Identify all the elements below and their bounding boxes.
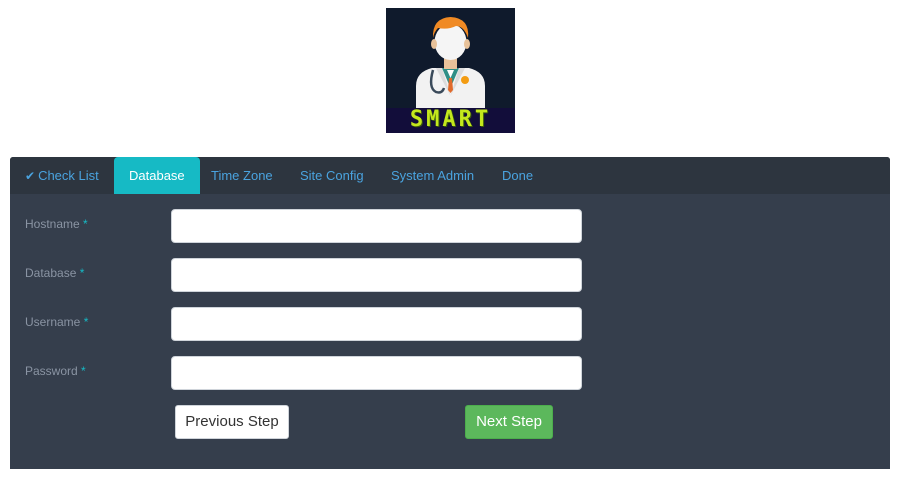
username-label: Username * <box>25 315 88 329</box>
wizard-steps-tabbar: ✔ Check List Database Time Zone Site Conf… <box>10 157 890 194</box>
tab-check-list-label: Check List <box>38 168 99 183</box>
username-input[interactable] <box>171 307 582 341</box>
required-marker: * <box>83 217 88 231</box>
checkmark-icon: ✔ <box>25 169 36 183</box>
hostname-input[interactable] <box>171 209 582 243</box>
database-label-text: Database <box>25 266 77 280</box>
required-marker: * <box>81 364 86 378</box>
tab-database[interactable]: Database <box>114 157 200 194</box>
username-label-text: Username <box>25 315 81 329</box>
tab-system-admin-label: System Admin <box>391 168 475 183</box>
password-input[interactable] <box>171 356 582 390</box>
password-label-text: Password <box>25 364 78 378</box>
doctor-avatar-icon <box>416 17 485 108</box>
hostname-label: Hostname * <box>25 217 88 231</box>
tab-site-config[interactable]: Site Config <box>300 157 364 194</box>
tab-check-list[interactable]: ✔ Check List <box>25 157 99 194</box>
hostname-label-text: Hostname <box>25 217 80 231</box>
tab-site-config-label: Site Config <box>300 168 364 183</box>
logo-text: SMART <box>409 107 492 132</box>
password-label: Password * <box>25 364 86 378</box>
required-marker: * <box>83 315 89 329</box>
previous-step-button[interactable]: Previous Step <box>175 405 289 439</box>
database-input[interactable] <box>171 258 582 292</box>
tab-time-zone-label: Time Zone <box>211 168 273 183</box>
install-wizard-panel: ✔ Check List Database Time Zone Site Conf… <box>10 157 890 469</box>
app-logo: SMART <box>386 8 515 133</box>
tab-done-label: Done <box>502 168 534 183</box>
tab-database-label: Database <box>129 168 185 183</box>
database-label: Database * <box>25 266 84 280</box>
tab-done[interactable]: Done <box>502 157 533 194</box>
required-marker: * <box>79 266 85 280</box>
tab-system-admin[interactable]: System Admin <box>391 157 474 194</box>
next-step-button[interactable]: Next Step <box>465 405 553 439</box>
tab-time-zone[interactable]: Time Zone <box>211 157 273 194</box>
